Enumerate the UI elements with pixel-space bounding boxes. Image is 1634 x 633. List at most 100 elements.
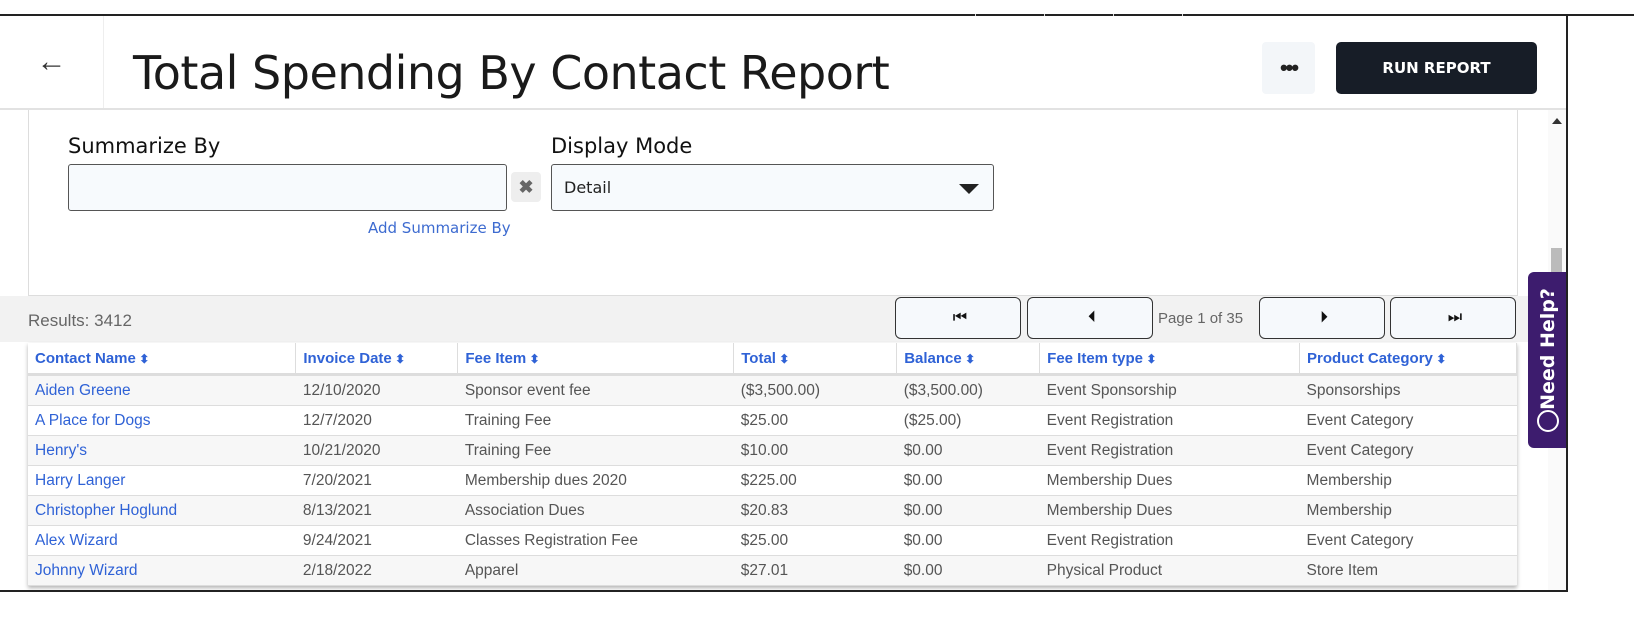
window-border [1566, 14, 1568, 592]
more-options-button[interactable]: ••• [1262, 42, 1315, 94]
last-page-button[interactable]: ⏭ [1390, 297, 1516, 339]
need-help-label: Need Help? [1537, 288, 1559, 410]
arrow-left-icon: ← [36, 45, 67, 78]
column-header-label: Total [741, 349, 776, 367]
table-cell: Membership [1299, 465, 1517, 496]
table-cell: $225.00 [733, 465, 897, 496]
table-cell: $0.00 [896, 465, 1040, 496]
table-cell: 8/13/2021 [295, 495, 458, 526]
column-header[interactable]: Total ⬍ [733, 343, 898, 376]
table-cell: Event Category [1299, 435, 1517, 466]
table-cell: Sponsor event fee [457, 374, 734, 406]
need-help-button[interactable]: Need Help? [1528, 272, 1568, 448]
caret-down-icon [959, 184, 979, 194]
table-cell: Sponsorships [1299, 374, 1517, 406]
table-cell: Training Fee [457, 405, 734, 436]
run-report-button[interactable]: RUN REPORT [1336, 42, 1537, 94]
display-mode-select[interactable]: Detail [551, 164, 994, 211]
column-header-label: Contact Name [35, 349, 136, 367]
table-row: Henry's 10/21/2020 Training Fee $10.00 $0.00… [28, 435, 1517, 466]
table-cell: $25.00 [733, 405, 897, 436]
contact-link[interactable]: Henry's [28, 435, 296, 466]
table-cell: 2/18/2022 [295, 555, 458, 586]
table-row: Christopher Hoglund 8/13/2021 Association … [28, 495, 1517, 526]
prev-page-icon: ⏴ [1087, 309, 1096, 326]
sort-icon: ⬍ [526, 351, 540, 366]
table-row: Aiden Greene 12/10/2020 Sponsor event fee(… [28, 374, 1517, 406]
sort-icon: ⬍ [1143, 351, 1157, 366]
column-header[interactable]: Contact Name ⬍ [28, 343, 297, 376]
table-cell: Event Registration [1039, 405, 1300, 436]
table-cell: $27.01 [733, 555, 897, 586]
sort-icon: ⬍ [961, 351, 976, 366]
table-cell: Store Item [1299, 555, 1517, 586]
table-cell: Membership Dues [1039, 495, 1300, 526]
table-cell: Event Category [1299, 525, 1517, 556]
page-info: Page 1 of 35 [1158, 310, 1244, 327]
table-row: A Place for Dogs 12/7/2020 Training Fee $25… [28, 405, 1517, 436]
table-cell: ($3,500.00) [896, 374, 1040, 406]
table-cell: Membership [1299, 495, 1517, 526]
table-cell: $0.00 [896, 555, 1040, 586]
next-page-icon: ⏵ [1319, 309, 1328, 326]
table-cell: ($25.00) [896, 405, 1040, 436]
back-button[interactable]: ← [0, 16, 104, 108]
column-header-label: Balance [904, 349, 962, 367]
next-page-button[interactable]: ⏵ [1259, 297, 1385, 339]
column-header-label: Product Category [1307, 349, 1433, 367]
column-header[interactable]: Invoice Date ⬍ [295, 343, 459, 376]
table-cell: Physical Product [1039, 555, 1300, 586]
table-cell: 7/20/2021 [295, 465, 458, 496]
table-cell: Event Registration [1039, 435, 1300, 466]
column-header-label: Fee Item type [1047, 349, 1144, 367]
page-title: Total Spending By Contact Report [133, 46, 890, 100]
window-border [0, 590, 1566, 592]
clear-summarize-button[interactable]: ✖ [511, 172, 541, 202]
column-header-label: Invoice Date [303, 349, 392, 367]
table-cell: 12/10/2020 [295, 374, 458, 406]
table-row: Harry Langer 7/20/2021 Membership dues 202… [28, 465, 1517, 496]
column-header[interactable]: Fee Item type ⬍ [1039, 343, 1301, 376]
table-cell: Apparel [457, 555, 734, 586]
contact-link[interactable]: Alex Wizard [28, 525, 296, 556]
table-cell: Event Category [1299, 405, 1517, 436]
lifebuoy-icon [1537, 410, 1559, 432]
sort-icon: ⬍ [1432, 351, 1447, 366]
table-cell: Membership dues 2020 [457, 465, 734, 496]
add-summarize-by-link[interactable]: Add Summarize By [368, 219, 511, 237]
table-cell: Event Sponsorship [1039, 374, 1300, 406]
column-header[interactable]: Fee Item ⬍ [457, 343, 735, 376]
report-table: Contact Name ⬍ Invoice Date ⬍ Fee Item ⬍ To… [28, 343, 1517, 586]
table-cell: Event Registration [1039, 525, 1300, 556]
contact-link[interactable]: Harry Langer [28, 465, 296, 496]
table-cell: $0.00 [896, 525, 1040, 556]
contact-link[interactable]: Aiden Greene [28, 374, 296, 406]
first-page-button[interactable]: ⏮ [895, 297, 1021, 339]
table-cell: 12/7/2020 [295, 405, 458, 436]
summarize-by-label: Summarize By [68, 134, 221, 158]
table-cell: $0.00 [896, 495, 1040, 526]
contact-link[interactable]: A Place for Dogs [28, 405, 296, 436]
table-cell: Classes Registration Fee [457, 525, 734, 556]
display-mode-label: Display Mode [551, 134, 693, 158]
column-header[interactable]: Balance ⬍ [896, 343, 1041, 376]
table-cell: $10.00 [733, 435, 897, 466]
table-cell: $0.00 [896, 435, 1040, 466]
table-row: Alex Wizard 9/24/2021 Classes Registration… [28, 525, 1517, 556]
column-header-label: Fee Item [465, 349, 527, 367]
prev-page-button[interactable]: ⏴ [1027, 297, 1153, 339]
table-cell: 10/21/2020 [295, 435, 458, 466]
table-cell: Association Dues [457, 495, 734, 526]
sort-icon: ⬍ [391, 351, 406, 366]
column-header[interactable]: Product Category ⬍ [1299, 343, 1517, 376]
contact-link[interactable]: Johnny Wizard [28, 555, 296, 586]
summarize-by-input[interactable] [68, 164, 507, 211]
scroll-up-icon[interactable] [1552, 118, 1562, 124]
display-mode-value: Detail [564, 178, 612, 197]
table-row: Johnny Wizard 2/18/2022 Apparel $27.01 $0.00… [28, 555, 1517, 586]
first-page-icon: ⏮ [952, 309, 968, 326]
sort-icon: ⬍ [775, 351, 790, 366]
contact-link[interactable]: Christopher Hoglund [28, 495, 296, 526]
table-cell: ($3,500.00) [733, 374, 897, 406]
sort-icon: ⬍ [135, 351, 150, 366]
